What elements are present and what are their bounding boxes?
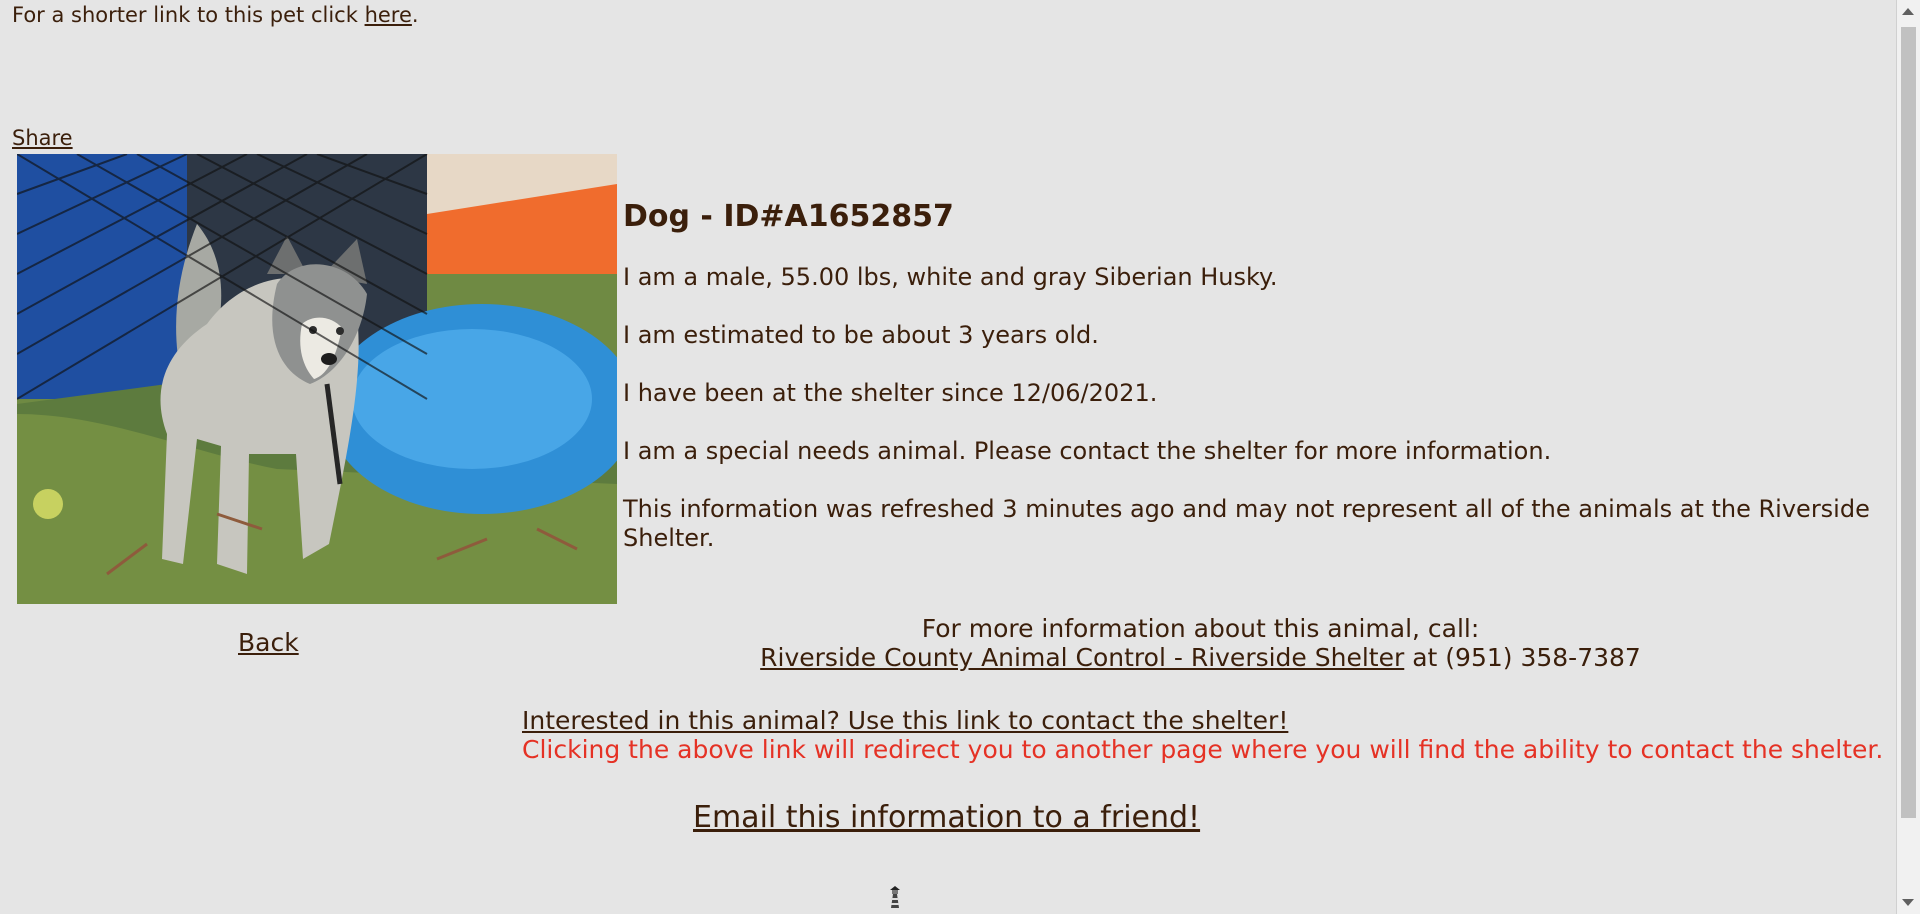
pet-title: Dog - ID#A1652857	[623, 199, 954, 234]
scroll-up-icon[interactable]	[1902, 8, 1914, 15]
siberian-husky-photo-icon	[17, 154, 617, 604]
short-link-line: For a shorter link to this pet click her…	[12, 3, 419, 27]
back-link[interactable]: Back	[238, 628, 299, 657]
call-prompt: For more information about this animal, …	[921, 614, 1480, 643]
short-link-prefix: For a shorter link to this pet click	[12, 3, 358, 27]
share-link[interactable]: Share	[12, 126, 73, 150]
redirect-warning: Clicking the above link will redirect yo…	[522, 735, 1884, 764]
shelter-name-link[interactable]: Riverside County Animal Control - Rivers…	[760, 643, 1404, 672]
shelter-phone-line: Riverside County Animal Control - Rivers…	[623, 643, 1778, 672]
pet-description-special-needs: I am a special needs animal. Please cont…	[623, 437, 1552, 465]
pet-description-sex-weight-breed: I am a male, 55.00 lbs, white and gray S…	[623, 263, 1278, 291]
pet-details: Dog - ID#A1652857 I am a male, 55.00 lbs…	[623, 198, 1885, 582]
interest-contact-section: Interested in this animal? Use this link…	[522, 706, 1883, 764]
pet-description-shelter-date: I have been at the shelter since 12/06/2…	[623, 379, 1158, 407]
pet-detail-page: For a shorter link to this pet click her…	[0, 0, 1897, 914]
scrollbar-thumb[interactable]	[1901, 27, 1916, 818]
scroll-down-icon[interactable]	[1902, 899, 1914, 906]
interest-contact-link[interactable]: Interested in this animal? Use this link…	[522, 706, 1288, 735]
lighthouse-icon	[890, 886, 900, 908]
email-friend-link[interactable]: Email this information to a friend!	[693, 799, 1200, 837]
phone-prefix: at	[1412, 643, 1438, 672]
shelter-phone: (951) 358-7387	[1445, 643, 1641, 672]
short-link-suffix: .	[411, 3, 419, 27]
shelter-contact-box: For more information about this animal, …	[623, 614, 1778, 672]
refresh-notice: This information was refreshed 3 minutes…	[623, 495, 1870, 552]
vertical-scrollbar[interactable]	[1896, 0, 1920, 914]
pet-description-age: I am estimated to be about 3 years old.	[623, 321, 1099, 349]
pet-photo	[17, 154, 617, 604]
short-link-here[interactable]: here	[365, 3, 412, 27]
